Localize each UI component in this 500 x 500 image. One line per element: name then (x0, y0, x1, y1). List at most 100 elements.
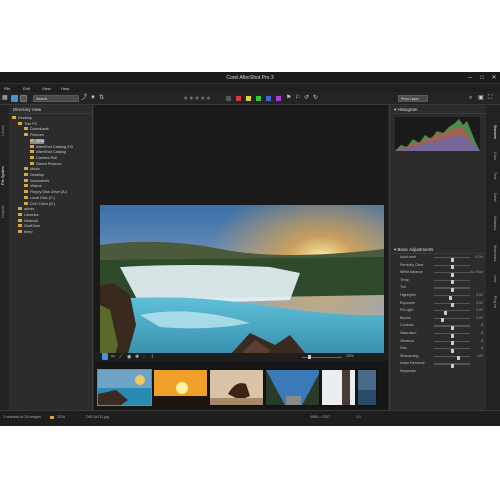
tab-detail[interactable]: Detail (489, 187, 497, 207)
tab-outputs[interactable]: Outputs (1, 201, 8, 223)
adjustment-value[interactable]: 0.00 (476, 316, 483, 321)
adjustment-slider[interactable] (434, 363, 470, 368)
tab-watermark[interactable]: Watermark (489, 240, 497, 267)
filter-icon[interactable]: ▼ (90, 94, 96, 102)
adjustment-slider-knob[interactable] (450, 348, 454, 353)
adjustment-slider[interactable] (434, 340, 470, 346)
menu-help[interactable]: Help (61, 86, 69, 91)
zoom-icon[interactable]: ⌕ (469, 94, 472, 102)
adjustment-slider-knob[interactable] (450, 257, 454, 262)
zoom-slider[interactable] (302, 355, 342, 359)
label-blue-swatch[interactable] (266, 96, 271, 101)
adjustment-slider[interactable] (434, 317, 470, 323)
adjustment-slider-knob[interactable] (457, 356, 461, 361)
tab-tone[interactable]: Tone (489, 169, 497, 183)
maximize-icon[interactable]: □ (476, 72, 488, 84)
thumbnail[interactable] (265, 369, 320, 406)
adjustment-slider[interactable] (434, 279, 470, 285)
adjustment-slider-knob[interactable] (450, 272, 454, 277)
minimize-icon[interactable]: ─ (464, 72, 476, 84)
menu-edit[interactable]: Edit (23, 86, 30, 91)
adjustment-slider-knob[interactable] (443, 310, 447, 315)
rotate-right-icon[interactable]: ↻ (313, 94, 318, 102)
thumbnail[interactable] (357, 369, 377, 406)
adjustment-slider-knob[interactable] (440, 318, 444, 323)
region-icon[interactable]: ◌ (143, 353, 146, 361)
adjustment-slider-knob[interactable] (450, 303, 454, 308)
adjustment-slider[interactable] (434, 264, 470, 270)
adjustment-slider[interactable] (434, 272, 470, 277)
label-none-swatch[interactable] (226, 96, 231, 101)
adjustment-slider-knob[interactable] (450, 333, 454, 338)
tab-lens[interactable]: Lens (489, 271, 497, 285)
adjustment-value[interactable]: 0 (481, 323, 483, 328)
adjustment-slider-knob[interactable] (450, 325, 454, 330)
tab-file-system[interactable]: File System (1, 163, 8, 189)
thumbnail[interactable] (153, 369, 208, 406)
tab-standard[interactable]: Standard (489, 119, 497, 144)
search-input[interactable]: Search (33, 95, 79, 102)
adjustment-value[interactable]: As Shot (470, 270, 483, 275)
adjustment-value[interactable]: 100 (477, 354, 483, 359)
grid-view-icon[interactable]: ▦ (2, 94, 8, 102)
adjustment-value[interactable]: 0 (481, 331, 483, 336)
adjustment-slider-knob[interactable] (450, 341, 454, 346)
adjustment-slider[interactable] (434, 295, 470, 300)
adjustment-slider[interactable] (434, 348, 470, 353)
adjustment-slider[interactable] (434, 355, 470, 361)
label-purple-swatch[interactable] (276, 96, 281, 101)
fullscreen-icon[interactable]: ⛶ (488, 94, 492, 102)
menu-view[interactable]: View (42, 86, 51, 91)
thumbnail[interactable] (321, 369, 356, 406)
adjustment-value[interactable]: 0.00 (476, 301, 483, 306)
thumbnail[interactable] (209, 369, 264, 406)
thumbnail[interactable] (97, 369, 152, 406)
adjustment-value[interactable]: 0.00 (476, 308, 483, 313)
adjustment-slider-knob[interactable] (448, 295, 452, 300)
adjustment-slider[interactable] (434, 302, 470, 308)
adjustment-value[interactable]: 0.00 (476, 293, 483, 298)
label-yellow-swatch[interactable] (246, 96, 251, 101)
tab-metadata[interactable]: Metadata (489, 211, 497, 236)
basic-adjustments-header[interactable]: ▾ Basic Adjustments (390, 245, 487, 254)
tab-library[interactable]: Library (1, 119, 8, 143)
zoom-slider-knob[interactable] (308, 355, 311, 359)
label-green-swatch[interactable] (256, 96, 261, 101)
tree-item[interactable]: temp (18, 230, 32, 236)
adjustment-value[interactable]: 0.2% (475, 255, 483, 260)
menu-file[interactable]: File (4, 86, 10, 91)
close-icon[interactable]: ✕ (488, 72, 500, 84)
sort-icon[interactable]: ⇅ (99, 94, 104, 102)
adjustment-value[interactable]: 0 (481, 346, 483, 351)
status-zoom[interactable]: 1:1 (356, 415, 361, 419)
import-icon[interactable]: ⤴ (81, 94, 87, 102)
label-red-swatch[interactable] (236, 96, 241, 101)
layout-icon[interactable]: ▣ (478, 94, 484, 102)
adjustment-value[interactable]: 0 (481, 339, 483, 344)
adjustment-slider-knob[interactable] (450, 287, 454, 292)
adjustment-slider[interactable] (434, 287, 470, 292)
hand-tool-icon[interactable] (102, 353, 108, 360)
adjustment-slider-knob[interactable] (450, 265, 454, 270)
adjustment-slider[interactable] (434, 325, 470, 330)
compare-view-icon[interactable] (20, 95, 27, 102)
adjustment-slider-knob[interactable] (450, 280, 454, 285)
adjustment-slider[interactable] (434, 310, 470, 315)
tab-plug-ins[interactable]: Plug-ins (489, 289, 497, 314)
flag-icon[interactable]: ⚑ (286, 94, 291, 102)
retouch-icon[interactable]: ✚ (135, 353, 139, 361)
rotate-left-icon[interactable]: ↺ (304, 94, 309, 102)
adjustment-slider-knob[interactable] (450, 363, 454, 368)
reject-flag-icon[interactable]: ⚐ (295, 94, 300, 102)
workspace-select[interactable]: Pixel Layer (398, 95, 428, 102)
adjustment-slider[interactable] (434, 257, 470, 262)
rating-stars[interactable]: ★★★★★ (183, 95, 211, 102)
adjustment-slider[interactable] (434, 333, 470, 338)
straighten-icon[interactable]: ⟋ (119, 353, 123, 361)
single-view-icon[interactable] (11, 95, 18, 102)
tab-color[interactable]: Color (489, 148, 497, 165)
brush-icon[interactable]: ⌇ (151, 353, 153, 361)
tree-item-label: Network (24, 218, 38, 223)
crop-icon[interactable]: ✂ (111, 353, 115, 361)
redeye-icon[interactable]: ◉ (127, 353, 131, 361)
